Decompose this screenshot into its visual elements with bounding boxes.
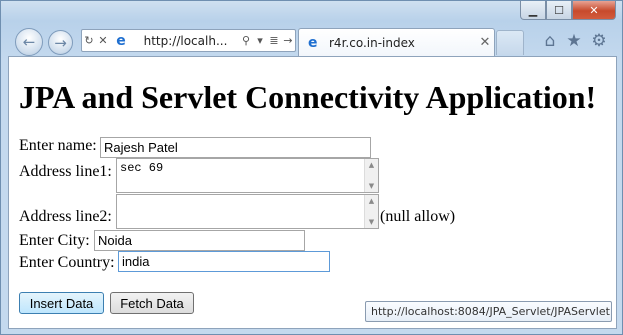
address2-label: Address line2: <box>19 208 112 225</box>
compatibility-icon[interactable]: ≣ <box>267 32 281 50</box>
new-tab-button[interactable] <box>496 30 524 55</box>
refresh-icon[interactable]: ↻ <box>82 32 96 50</box>
country-input[interactable]: india <box>118 251 330 272</box>
page-title: JPA and Servlet Connectivity Application… <box>19 79 597 115</box>
address-bar[interactable]: ↻ ✕ e http://localh... ⚲ ▾ ≣ → <box>81 29 296 52</box>
search-dropdown-icon[interactable]: ▾ <box>253 32 267 50</box>
scroll-up-icon[interactable]: ▲ <box>369 161 374 169</box>
home-icon[interactable]: ⌂ <box>540 31 560 51</box>
minimize-icon: ▁ <box>528 3 538 17</box>
scroll-down-icon[interactable]: ▼ <box>369 182 374 190</box>
minimize-button[interactable]: ▁ <box>520 1 546 20</box>
fetch-data-button[interactable]: Fetch Data <box>110 292 194 314</box>
address1-scrollbar[interactable]: ▲ ▼ <box>364 159 378 192</box>
favorites-star-icon[interactable]: ★ <box>564 31 584 51</box>
tab-close-icon[interactable]: ✕ <box>476 35 494 50</box>
address2-note: (null allow) <box>380 208 456 225</box>
browser-window: ▁ ☐ ✕ ← → ↻ ✕ e http://localh... ⚲ ▾ ≣ →… <box>0 0 623 335</box>
country-label: Enter Country: <box>19 254 115 271</box>
forward-arrow-icon: → <box>54 33 67 52</box>
page-favicon-icon: e <box>116 32 126 49</box>
address1-textarea[interactable]: sec 69 ▲ ▼ <box>116 158 379 193</box>
status-link-tooltip: http://localhost:8084/JPA_Servlet/JPASer… <box>365 301 612 322</box>
tab-favicon-icon: e <box>308 34 318 51</box>
maximize-button[interactable]: ☐ <box>546 1 572 20</box>
address2-scrollbar[interactable]: ▲ ▼ <box>364 195 378 228</box>
back-arrow-icon: ← <box>22 33 36 51</box>
gear-icon[interactable]: ⚙ <box>589 31 609 51</box>
page-content: JPA and Servlet Connectivity Application… <box>8 56 617 329</box>
window-controls: ▁ ☐ ✕ <box>520 1 616 21</box>
name-input[interactable]: Rajesh Patel <box>100 137 371 158</box>
url-text[interactable]: http://localh... <box>132 34 239 48</box>
scroll-up-icon[interactable]: ▲ <box>369 197 374 205</box>
back-button[interactable]: ← <box>15 28 43 56</box>
tab-r4r-index[interactable]: e r4r.co.in-index ✕ <box>298 28 495 56</box>
address2-textarea[interactable]: ▲ ▼ <box>116 194 379 229</box>
city-label: Enter City: <box>19 232 90 249</box>
name-label: Enter name: <box>19 137 97 154</box>
address1-value: sec 69 <box>120 161 164 175</box>
stop-icon[interactable]: ✕ <box>96 32 110 50</box>
address1-label: Address line1: <box>19 163 112 180</box>
close-window-button[interactable]: ✕ <box>572 1 616 20</box>
maximize-icon: ☐ <box>554 3 564 17</box>
search-icon[interactable]: ⚲ <box>239 32 253 50</box>
city-input[interactable]: Noida <box>94 230 305 251</box>
insert-data-button[interactable]: Insert Data <box>19 292 104 314</box>
forward-button[interactable]: → <box>48 30 73 55</box>
close-icon: ✕ <box>589 3 599 17</box>
go-icon[interactable]: → <box>281 32 295 50</box>
scroll-down-icon[interactable]: ▼ <box>369 218 374 226</box>
tab-title: r4r.co.in-index <box>329 35 415 50</box>
